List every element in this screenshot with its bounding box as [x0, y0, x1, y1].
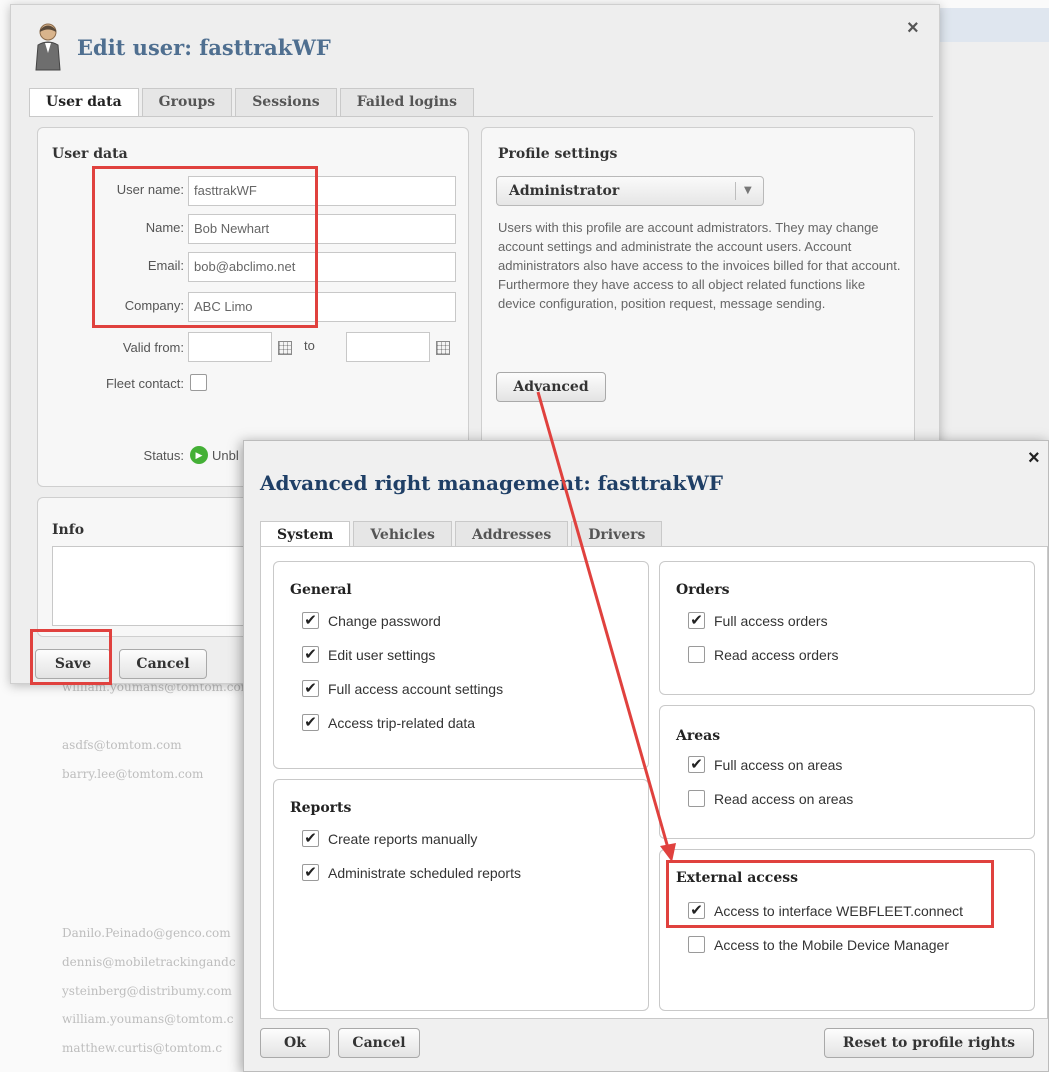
close-icon[interactable]: × [1028, 447, 1040, 470]
mobile-device-manager-label: Access to the Mobile Device Manager [714, 937, 949, 953]
background-header-strip [940, 8, 1049, 42]
read-access-orders-label: Read access orders [714, 647, 839, 663]
tabs-divider [29, 116, 933, 117]
reset-to-profile-rights-button[interactable]: Reset to profile rights [824, 1028, 1034, 1058]
valid-to-label: to [304, 338, 315, 353]
list-item[interactable]: Danilo.Peinado@genco.com [62, 926, 231, 940]
external-access-heading: External access [676, 870, 799, 886]
reports-group: Reports Create reports manually Administ… [273, 779, 649, 1011]
email-field[interactable]: bob@abclimo.net [188, 252, 456, 282]
tab-sessions[interactable]: Sessions [235, 88, 337, 116]
user-data-panel: User data User name: fasttrakWF Name: Bo… [37, 127, 469, 487]
full-access-orders-label: Full access orders [714, 613, 828, 629]
create-reports-manually-checkbox[interactable] [302, 830, 319, 847]
close-icon[interactable]: × [907, 17, 919, 40]
mobile-device-manager-checkbox[interactable] [688, 936, 705, 953]
edit-user-settings-label: Edit user settings [328, 647, 436, 663]
general-heading: General [290, 582, 352, 598]
read-access-areas-checkbox[interactable] [688, 790, 705, 807]
webfleet-connect-label: Access to interface WEBFLEET.connect [714, 903, 963, 919]
orders-heading: Orders [676, 582, 730, 598]
email-label: Email: [147, 258, 184, 273]
advanced-rights-dialog: Advanced right management: fasttrakWF × … [243, 440, 1049, 1072]
list-item[interactable]: barry.lee@tomtom.com [62, 767, 203, 781]
chevron-down-icon[interactable]: ▼ [744, 177, 752, 205]
rights-content: General Change password Edit user settin… [260, 546, 1048, 1019]
fleet-contact-checkbox[interactable] [190, 374, 207, 391]
tab-failed-logins[interactable]: Failed logins [339, 88, 474, 116]
profile-description: Users with this profile are account admi… [498, 220, 901, 311]
background-side-panel [940, 42, 1049, 442]
ok-button[interactable]: Ok [260, 1028, 330, 1058]
orders-group: Orders Full access orders Read access or… [659, 561, 1035, 695]
valid-from-label: Valid from: [122, 340, 184, 355]
list-item[interactable]: matthew.curtis@tomtom.c [62, 1041, 222, 1055]
external-access-group: External access Access to interface WEBF… [659, 849, 1035, 1011]
save-button[interactable]: Save [35, 649, 111, 679]
access-trip-related-data-label: Access trip-related data [328, 715, 476, 731]
username-label: User name: [116, 182, 184, 197]
valid-to-field[interactable] [346, 332, 430, 362]
access-trip-related-data-checkbox[interactable] [302, 714, 319, 731]
calendar-icon[interactable] [278, 341, 292, 355]
full-access-areas-label: Full access on areas [714, 757, 843, 773]
full-access-orders-checkbox[interactable] [688, 612, 705, 629]
tab-user-data[interactable]: User data [29, 88, 139, 117]
create-reports-manually-label: Create reports manually [328, 831, 478, 847]
dialog-title: Edit user: fasttrakWF [77, 35, 331, 60]
edit-user-settings-checkbox[interactable] [302, 646, 319, 663]
play-status-icon: ▶ [190, 446, 208, 464]
tab-vehicles[interactable]: Vehicles [353, 521, 452, 549]
profile-selected-value: Administrator [509, 183, 620, 199]
webfleet-connect-checkbox[interactable] [688, 902, 705, 919]
full-access-account-settings-label: Full access account settings [328, 681, 504, 697]
general-group: General Change password Edit user settin… [273, 561, 649, 769]
administrate-scheduled-reports-label: Administrate scheduled reports [328, 865, 521, 881]
company-field[interactable]: ABC Limo [188, 292, 456, 322]
change-password-checkbox[interactable] [302, 612, 319, 629]
advanced-button[interactable]: Advanced [496, 372, 606, 402]
username-field[interactable]: fasttrakWF [188, 176, 456, 206]
profile-settings-heading: Profile settings [498, 146, 618, 162]
change-password-label: Change password [328, 613, 441, 629]
read-access-areas-label: Read access on areas [714, 791, 854, 807]
read-access-orders-checkbox[interactable] [688, 646, 705, 663]
valid-from-field[interactable] [188, 332, 272, 362]
tab-drivers[interactable]: Drivers [571, 521, 663, 549]
user-data-heading: User data [52, 146, 128, 162]
list-item[interactable]: dennis@mobiletrackingandc [62, 955, 236, 969]
areas-heading: Areas [676, 728, 721, 744]
full-access-account-settings-checkbox[interactable] [302, 680, 319, 697]
calendar-icon[interactable] [436, 341, 450, 355]
select-separator [735, 182, 736, 200]
areas-group: Areas Full access on areas Read access o… [659, 705, 1035, 839]
status-value: Unbl [212, 448, 239, 463]
user-tabs: User data Groups Sessions Failed logins [29, 88, 477, 117]
user-avatar-icon [35, 23, 61, 71]
dialog-title: Advanced right management: fasttrakWF [260, 471, 723, 495]
list-item[interactable]: william.youmans@tomtom.c [62, 1012, 234, 1026]
list-item[interactable]: ysteinberg@distribumy.com [62, 984, 232, 998]
profile-settings-panel: Profile settings Administrator ▼ Users w… [481, 127, 915, 457]
cancel-button[interactable]: Cancel [119, 649, 207, 679]
profile-select[interactable]: Administrator ▼ [496, 176, 764, 206]
status-label: Status: [143, 448, 184, 463]
fleet-contact-label: Fleet contact: [105, 376, 184, 391]
company-label: Company: [124, 298, 184, 313]
reports-heading: Reports [290, 800, 352, 816]
list-item[interactable]: asdfs@tomtom.com [62, 738, 182, 752]
full-access-areas-checkbox[interactable] [688, 756, 705, 773]
cancel-button[interactable]: Cancel [338, 1028, 420, 1058]
administrate-scheduled-reports-checkbox[interactable] [302, 864, 319, 881]
info-heading: Info [52, 522, 85, 538]
tab-groups[interactable]: Groups [141, 88, 233, 116]
tab-addresses[interactable]: Addresses [454, 521, 569, 549]
name-field[interactable]: Bob Newhart [188, 214, 456, 244]
name-label: Name: [145, 220, 184, 235]
